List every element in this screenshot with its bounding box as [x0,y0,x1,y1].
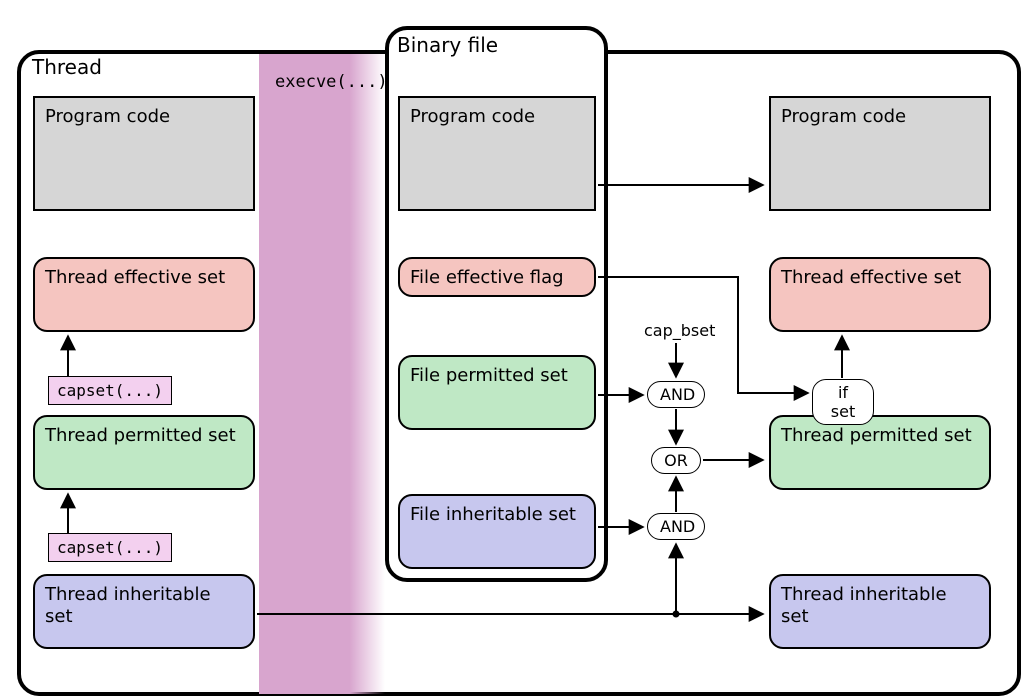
thread-permitted-set-right: Thread permitted set [769,415,991,490]
capset-label-1: capset(...) [48,376,172,405]
thread-program-code-right: Program code [769,96,991,211]
thread-inheritable-set-right: Thread inheritable set [769,574,991,649]
file-inheritable-set: File inheritable set [398,494,596,569]
execve-label: execve(...) [275,72,388,92]
capset-label-2: capset(...) [48,533,172,562]
thread-effective-set-left: Thread effective set [33,257,255,332]
thread-program-code-left: Program code [33,96,255,211]
thread-effective-set-right: Thread effective set [769,257,991,332]
thread-permitted-set-left: Thread permitted set [33,415,255,490]
execve-strip [259,54,385,694]
file-permitted-set: File permitted set [398,355,596,430]
binary-program-code: Program code [398,96,596,211]
thread-panel-title: Thread [32,55,102,79]
diagram-stage: Thread Binary file execve(...) Program c… [0,0,1024,699]
op-if-set: if set [812,379,874,425]
op-or: OR [651,447,701,474]
binary-panel-title: Binary file [397,33,498,57]
cap-bset-label: cap_bset [644,321,715,340]
thread-inheritable-set-left: Thread inheritable set [33,574,255,649]
op-and-bottom: AND [647,513,705,540]
op-and-top: AND [647,381,705,408]
file-effective-flag: File effective flag [398,257,596,297]
